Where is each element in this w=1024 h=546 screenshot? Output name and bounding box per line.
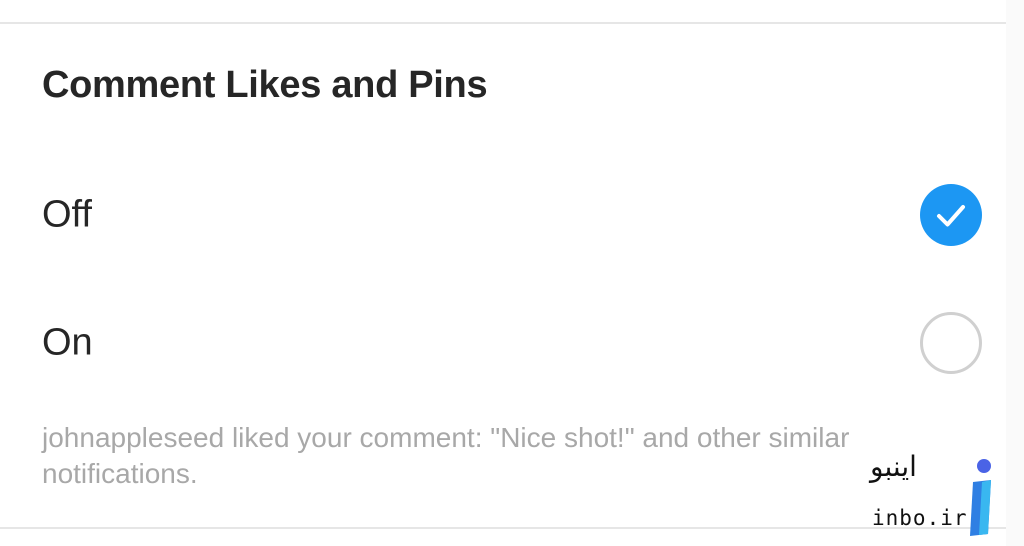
watermark: اینبو inbo.ir bbox=[860, 448, 1010, 540]
option-on-row[interactable]: On bbox=[0, 288, 1006, 398]
inbo-logo-icon bbox=[970, 459, 991, 536]
radio-off-checked-icon[interactable] bbox=[920, 184, 982, 246]
option-off-label: Off bbox=[42, 193, 92, 236]
watermark-domain: inbo.ir bbox=[872, 506, 968, 530]
section-title: Comment Likes and Pins bbox=[42, 64, 488, 106]
option-off-row[interactable]: Off bbox=[0, 160, 1006, 270]
option-on-label: On bbox=[42, 321, 93, 364]
top-divider bbox=[0, 22, 1006, 24]
radio-on-unchecked-icon[interactable] bbox=[920, 312, 982, 374]
watermark-persian-text: اینبو bbox=[870, 450, 917, 483]
bottom-divider bbox=[0, 527, 1006, 529]
setting-description: johnappleseed liked your comment: "Nice … bbox=[42, 422, 850, 489]
